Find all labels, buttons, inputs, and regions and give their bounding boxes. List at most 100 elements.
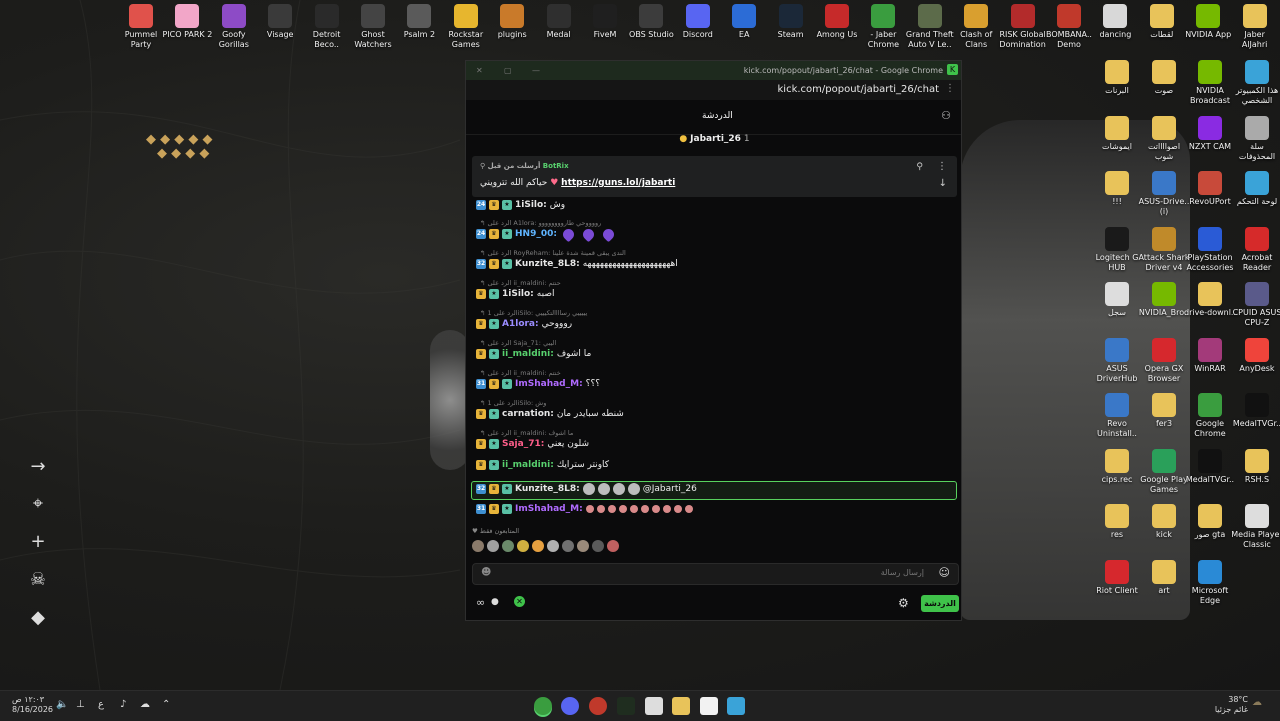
volume-icon[interactable]: 🔈 <box>56 699 68 710</box>
desktop-icon[interactable]: AnyDesk <box>1229 337 1280 374</box>
reply-context[interactable]: ↰ الرد على 1iSilo: يييييي رساااالتكيييي <box>476 309 587 318</box>
chat-username[interactable]: HN9_00: <box>515 229 557 239</box>
clock-time: ١٢:٠٣ ص <box>12 695 45 704</box>
chat-username[interactable]: Saja_71: <box>502 439 544 449</box>
desktop-icon[interactable]: سلة المحذوفات <box>1229 115 1280 162</box>
more-icon[interactable]: ⋮ <box>937 161 947 172</box>
avatar[interactable] <box>502 540 514 552</box>
pin-toggle-icon[interactable]: ⚲ <box>916 162 923 172</box>
avatar[interactable] <box>532 540 544 552</box>
reply-context[interactable]: ↰ الرد على ii_maldini: ما اشوف <box>476 429 589 438</box>
chat-message[interactable]: ↰ الرد على 1iSilo: يييييي رساااالتكيييي ♛… <box>476 309 587 329</box>
app-icon <box>314 4 339 28</box>
desktop-icon[interactable]: Jaber AlJahri <box>1227 4 1280 50</box>
chat-username[interactable]: 1iSilo: <box>515 200 547 210</box>
desktop-icon[interactable]: لوحة التحكم <box>1229 171 1280 207</box>
chrome-taskbar-icon[interactable] <box>534 697 552 715</box>
reply-context[interactable]: ↰ الرد على 1iSilo: وش <box>476 399 624 408</box>
language-indicator[interactable]: ع <box>98 699 104 710</box>
notepad-taskbar-icon[interactable] <box>700 697 718 715</box>
chat-username[interactable]: Kunzite_8L8: <box>515 259 580 269</box>
discord-taskbar-icon[interactable] <box>561 697 579 715</box>
chat-username[interactable]: ii_maldini: <box>502 460 554 470</box>
points-icon[interactable]: ● <box>491 597 499 607</box>
heart-icon: ♥ <box>550 178 559 188</box>
maximize-icon[interactable]: ▢ <box>504 66 512 75</box>
reply-context[interactable]: ↰ الرد على ii_maldini: حنتم <box>476 279 561 288</box>
users-icon[interactable]: ⚇ <box>941 109 951 122</box>
network-icon[interactable]: ⊥ <box>76 699 85 710</box>
reply-context[interactable]: ↰ الرد على ii_maldini: خنتم <box>476 369 600 378</box>
chat-username[interactable]: A1lora: <box>502 319 539 329</box>
chat-message[interactable]: 24 ♛ ★ 1iSilo: وش <box>476 199 565 219</box>
show-hidden-icons-chevron-icon[interactable]: ⌃ <box>162 699 170 710</box>
infinity-icon[interactable]: ∞ <box>476 596 485 609</box>
pinned-message[interactable]: ⚲ أرسلت من قبل BotRix حياكم الله تترويني… <box>472 156 957 197</box>
chat-message[interactable]: ↰ الرد على ii_maldini: حنتم ♛ ★ 1iSilo: اصبه <box>476 279 561 299</box>
kick-coin-icon[interactable]: ✕ <box>514 596 525 607</box>
chat-username[interactable]: 1iSilo: <box>502 289 534 299</box>
chat-message[interactable]: ♛ ★ ii_maldini: كاونتر سترايك <box>476 459 609 479</box>
avatar[interactable] <box>592 540 604 552</box>
kick-logo-icon: K <box>947 64 958 75</box>
desktop-icon[interactable]: هذا الكمبيوتر الشخصي <box>1229 60 1280 106</box>
weather-widget[interactable]: 38°C غائم جزئيا <box>1214 695 1248 715</box>
avatar[interactable] <box>607 540 619 552</box>
fivem-taskbar-icon[interactable] <box>617 697 635 715</box>
desktop-icon[interactable]: RSH.S <box>1229 448 1280 485</box>
avatar[interactable] <box>577 540 589 552</box>
arrow-right-icon[interactable]: → <box>26 455 50 479</box>
chat-message[interactable]: ↰ الرد على Saja_71: اليبي ♛ ★ ii_maldini: ما… <box>476 339 591 359</box>
crosshair-icon[interactable]: ⌖ <box>26 492 50 516</box>
desktop-icon[interactable]: CPUID ASUS CPU-Z <box>1229 282 1280 328</box>
cloud-icon[interactable]: ☁ <box>140 699 150 710</box>
desktop-icon[interactable]: Media Player Classic <box>1229 504 1280 550</box>
skull-icon[interactable]: ☠ <box>26 568 50 592</box>
store-taskbar-icon[interactable] <box>645 697 663 715</box>
minimize-icon[interactable]: — <box>532 66 540 75</box>
taskbar: ١٢:٠٣ ص 8/16/2026 🔈 ⊥ ع ♪ ☁ ⌃ 38°C غائم … <box>0 690 1280 721</box>
chat-message[interactable]: ↰ الرد على 1iSilo: وش ♛ ★ carnation: شنطه سب… <box>476 399 624 419</box>
reply-context[interactable]: ↰ الرد على RoyReham: الندى يبقى قمينة شد… <box>476 249 678 258</box>
avatar[interactable] <box>517 540 529 552</box>
clock[interactable]: ١٢:٠٣ ص 8/16/2026 <box>12 695 53 715</box>
weather-icon: ☁ <box>1252 697 1262 708</box>
steam-taskbar-icon[interactable] <box>589 697 607 715</box>
chat-message[interactable]: ↰ الرد على RoyReham: الندى يبقى قمينة شد… <box>476 249 678 269</box>
send-chat-button[interactable]: الدردشة <box>921 595 959 612</box>
chat-username[interactable]: ImShahad_M: <box>515 504 583 514</box>
diamond-icon[interactable]: ◆ <box>26 606 50 630</box>
chat-message[interactable]: 31 ♛ ★ ImShahad_M: <box>476 503 693 523</box>
chat-message[interactable]: 32 ♛ ★ Kunzite_8L8: @Jabarti_26 <box>476 483 697 503</box>
plus-icon[interactable]: + <box>26 530 50 554</box>
chat-message[interactable]: ↰ الرد على ii_maldini: خنتم 31 ♛ ★ ImShahad_… <box>476 369 600 389</box>
chat-input[interactable]: ☻ إرسال رسالة ☺ <box>472 563 959 585</box>
address-bar[interactable]: kick.com/popout/jabarti_26/chat ⋮ <box>466 80 961 100</box>
menu-icon[interactable]: ⋮ <box>945 83 955 94</box>
emoji-icon[interactable]: ☺ <box>939 566 950 579</box>
avatar[interactable] <box>487 540 499 552</box>
avatar[interactable] <box>547 540 559 552</box>
reply-context[interactable]: ↰ الرد على Saja_71: اليبي <box>476 339 591 348</box>
chat-username[interactable]: carnation: <box>502 409 554 419</box>
file-explorer-taskbar-icon[interactable] <box>672 697 690 715</box>
chat-username[interactable]: ImShahad_M: <box>515 379 583 389</box>
chat-message[interactable]: ↰ الرد على ii_maldini: ما اشوف ♛ ★ Saja_71:… <box>476 429 589 449</box>
desktop-icon[interactable]: MedalTVGr.. <box>1229 393 1280 429</box>
close-icon[interactable]: ✕ <box>476 66 483 75</box>
chat-message-text: شلون يعني <box>547 439 590 449</box>
desktop-icon[interactable]: Acrobat Reader <box>1229 226 1280 273</box>
avatar[interactable] <box>562 540 574 552</box>
chat-username[interactable]: Kunzite_8L8: <box>515 484 580 494</box>
chat-username[interactable]: ii_maldini: <box>502 349 554 359</box>
mic-icon[interactable]: ♪ <box>120 699 126 710</box>
emote-picker-icon[interactable]: ☻ <box>481 567 491 578</box>
chat-message[interactable]: ↰ الرد على A1lora: رووووحي طاروووووووو 24… <box>476 219 617 242</box>
desktop-icon[interactable]: Microsoft Edge <box>1182 559 1238 606</box>
pinned-link[interactable]: https://guns.lol/jabarti <box>561 178 675 188</box>
start-button-icon[interactable] <box>727 697 745 715</box>
avatar[interactable] <box>472 540 484 552</box>
collapse-icon[interactable]: ↓ <box>939 178 947 189</box>
reply-context[interactable]: ↰ الرد على A1lora: رووووحي طاروووووووو <box>476 219 617 228</box>
settings-icon[interactable]: ⚙ <box>898 596 909 610</box>
